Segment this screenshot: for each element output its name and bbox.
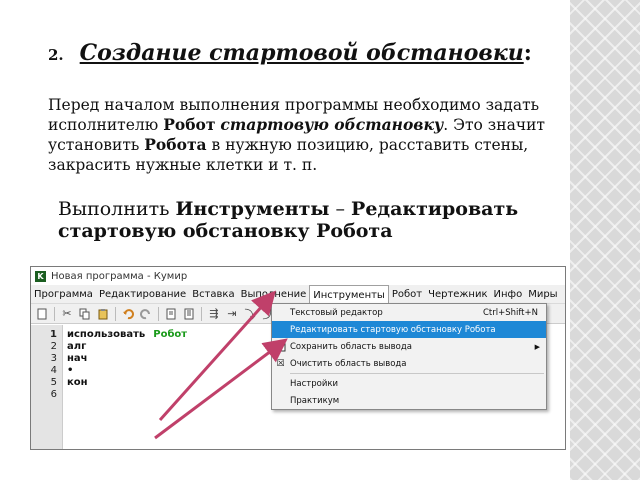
new-file-icon[interactable]: [34, 306, 50, 322]
menu-bar: Программа Редактирование Вставка Выполне…: [31, 284, 565, 304]
paste-icon[interactable]: [95, 306, 111, 322]
menu-item-label: Сохранить область вывода: [290, 341, 412, 352]
menu-tools[interactable]: Инструменты: [309, 284, 389, 304]
window-titlebar: K Новая программа - Кумир: [31, 267, 565, 285]
instruction-text: Выполнить Инструменты – Редактировать ст…: [58, 198, 538, 242]
kumir-window: K Новая программа - Кумир Программа Реда…: [30, 266, 566, 450]
menu-worlds[interactable]: Миры: [525, 285, 560, 304]
menu-item-label: Редактировать стартовую обстановку Робот…: [290, 324, 496, 335]
cut-icon[interactable]: ✂: [59, 306, 75, 322]
para-italic-start-setup: стартовую обстановку: [220, 115, 444, 134]
heading-colon: :: [523, 40, 532, 66]
menu-info[interactable]: Инфо: [491, 285, 526, 304]
line-number-gutter: 1 2 3 4 5 6: [31, 325, 63, 449]
step-into-icon[interactable]: ⤵: [242, 306, 258, 322]
menu-item-save-output[interactable]: Сохранить область вывода ▶: [272, 338, 546, 355]
line-number: 4: [50, 365, 57, 376]
menu-robot[interactable]: Робот: [389, 285, 425, 304]
menu-item-clear-output[interactable]: ☒ Очистить область вывода: [272, 355, 546, 372]
tools-dropdown-menu: Текстовый редактор Ctrl+Shift+N Редактир…: [271, 303, 547, 410]
window-title: Новая программа - Кумир: [51, 270, 188, 282]
line-number: 1: [50, 329, 57, 340]
para-bold-robota: Робота: [144, 135, 207, 154]
redo-icon[interactable]: [138, 306, 154, 322]
copy-icon[interactable]: [77, 306, 93, 322]
menu-separator: [290, 373, 544, 374]
toolbar-separator: [54, 306, 55, 321]
line-number: 2: [50, 341, 57, 352]
toolbar-separator: [158, 306, 159, 321]
description-paragraph: Перед началом выполнения программы необх…: [48, 95, 548, 175]
slide: 2. Создание стартовой обстановки: Перед н…: [0, 0, 570, 480]
document-icon[interactable]: [163, 306, 179, 322]
instr-tools: Инструменты: [175, 198, 330, 220]
undo-icon[interactable]: [120, 306, 136, 322]
menu-insert[interactable]: Вставка: [189, 285, 237, 304]
heading-title: Создание стартовой обстановки: [79, 40, 524, 66]
toolbar-separator: [115, 306, 116, 321]
slide-heading: 2. Создание стартовой обстановки:: [48, 40, 532, 66]
para-bold-robot: Робот: [163, 115, 216, 134]
line-number: 3: [50, 353, 57, 364]
menu-item-text-editor[interactable]: Текстовый редактор Ctrl+Shift+N: [272, 304, 546, 321]
heading-number: 2.: [48, 46, 64, 64]
menu-item-label: Настройки: [290, 378, 339, 389]
instr-dash: –: [329, 198, 352, 220]
menu-item-shortcut: Ctrl+Shift+N: [482, 307, 538, 318]
menu-item-label: Практикум: [290, 395, 340, 406]
run-step-icon[interactable]: ⇶: [206, 306, 222, 322]
decorative-side-pattern: [570, 0, 640, 480]
list-icon[interactable]: [181, 306, 197, 322]
clear-output-icon: ☒: [276, 358, 285, 369]
menu-edit[interactable]: Редактирование: [96, 285, 189, 304]
menu-item-label: Текстовый редактор: [290, 307, 383, 318]
instr-prefix: Выполнить: [58, 198, 176, 220]
save-output-icon: [275, 341, 286, 352]
menu-draftsman[interactable]: Чертежник: [425, 285, 490, 304]
menu-item-practicum[interactable]: Практикум: [272, 392, 546, 409]
submenu-arrow-icon: ▶: [534, 342, 540, 351]
line-number: 5: [50, 377, 57, 388]
step-over-icon[interactable]: ⇥: [224, 306, 240, 322]
menu-program[interactable]: Программа: [31, 285, 96, 304]
menu-item-edit-robot-setup[interactable]: Редактировать стартовую обстановку Робот…: [272, 321, 546, 338]
toolbar-separator: [201, 306, 202, 321]
code-keyword-use: использовать: [67, 329, 146, 340]
code-robot-name: Робот: [153, 329, 188, 340]
menu-item-label: Очистить область вывода: [290, 358, 407, 369]
menu-item-settings[interactable]: Настройки: [272, 375, 546, 392]
line-number: 6: [50, 389, 57, 400]
kumir-app-icon: K: [35, 270, 46, 282]
menu-run[interactable]: Выполнение: [238, 285, 310, 304]
